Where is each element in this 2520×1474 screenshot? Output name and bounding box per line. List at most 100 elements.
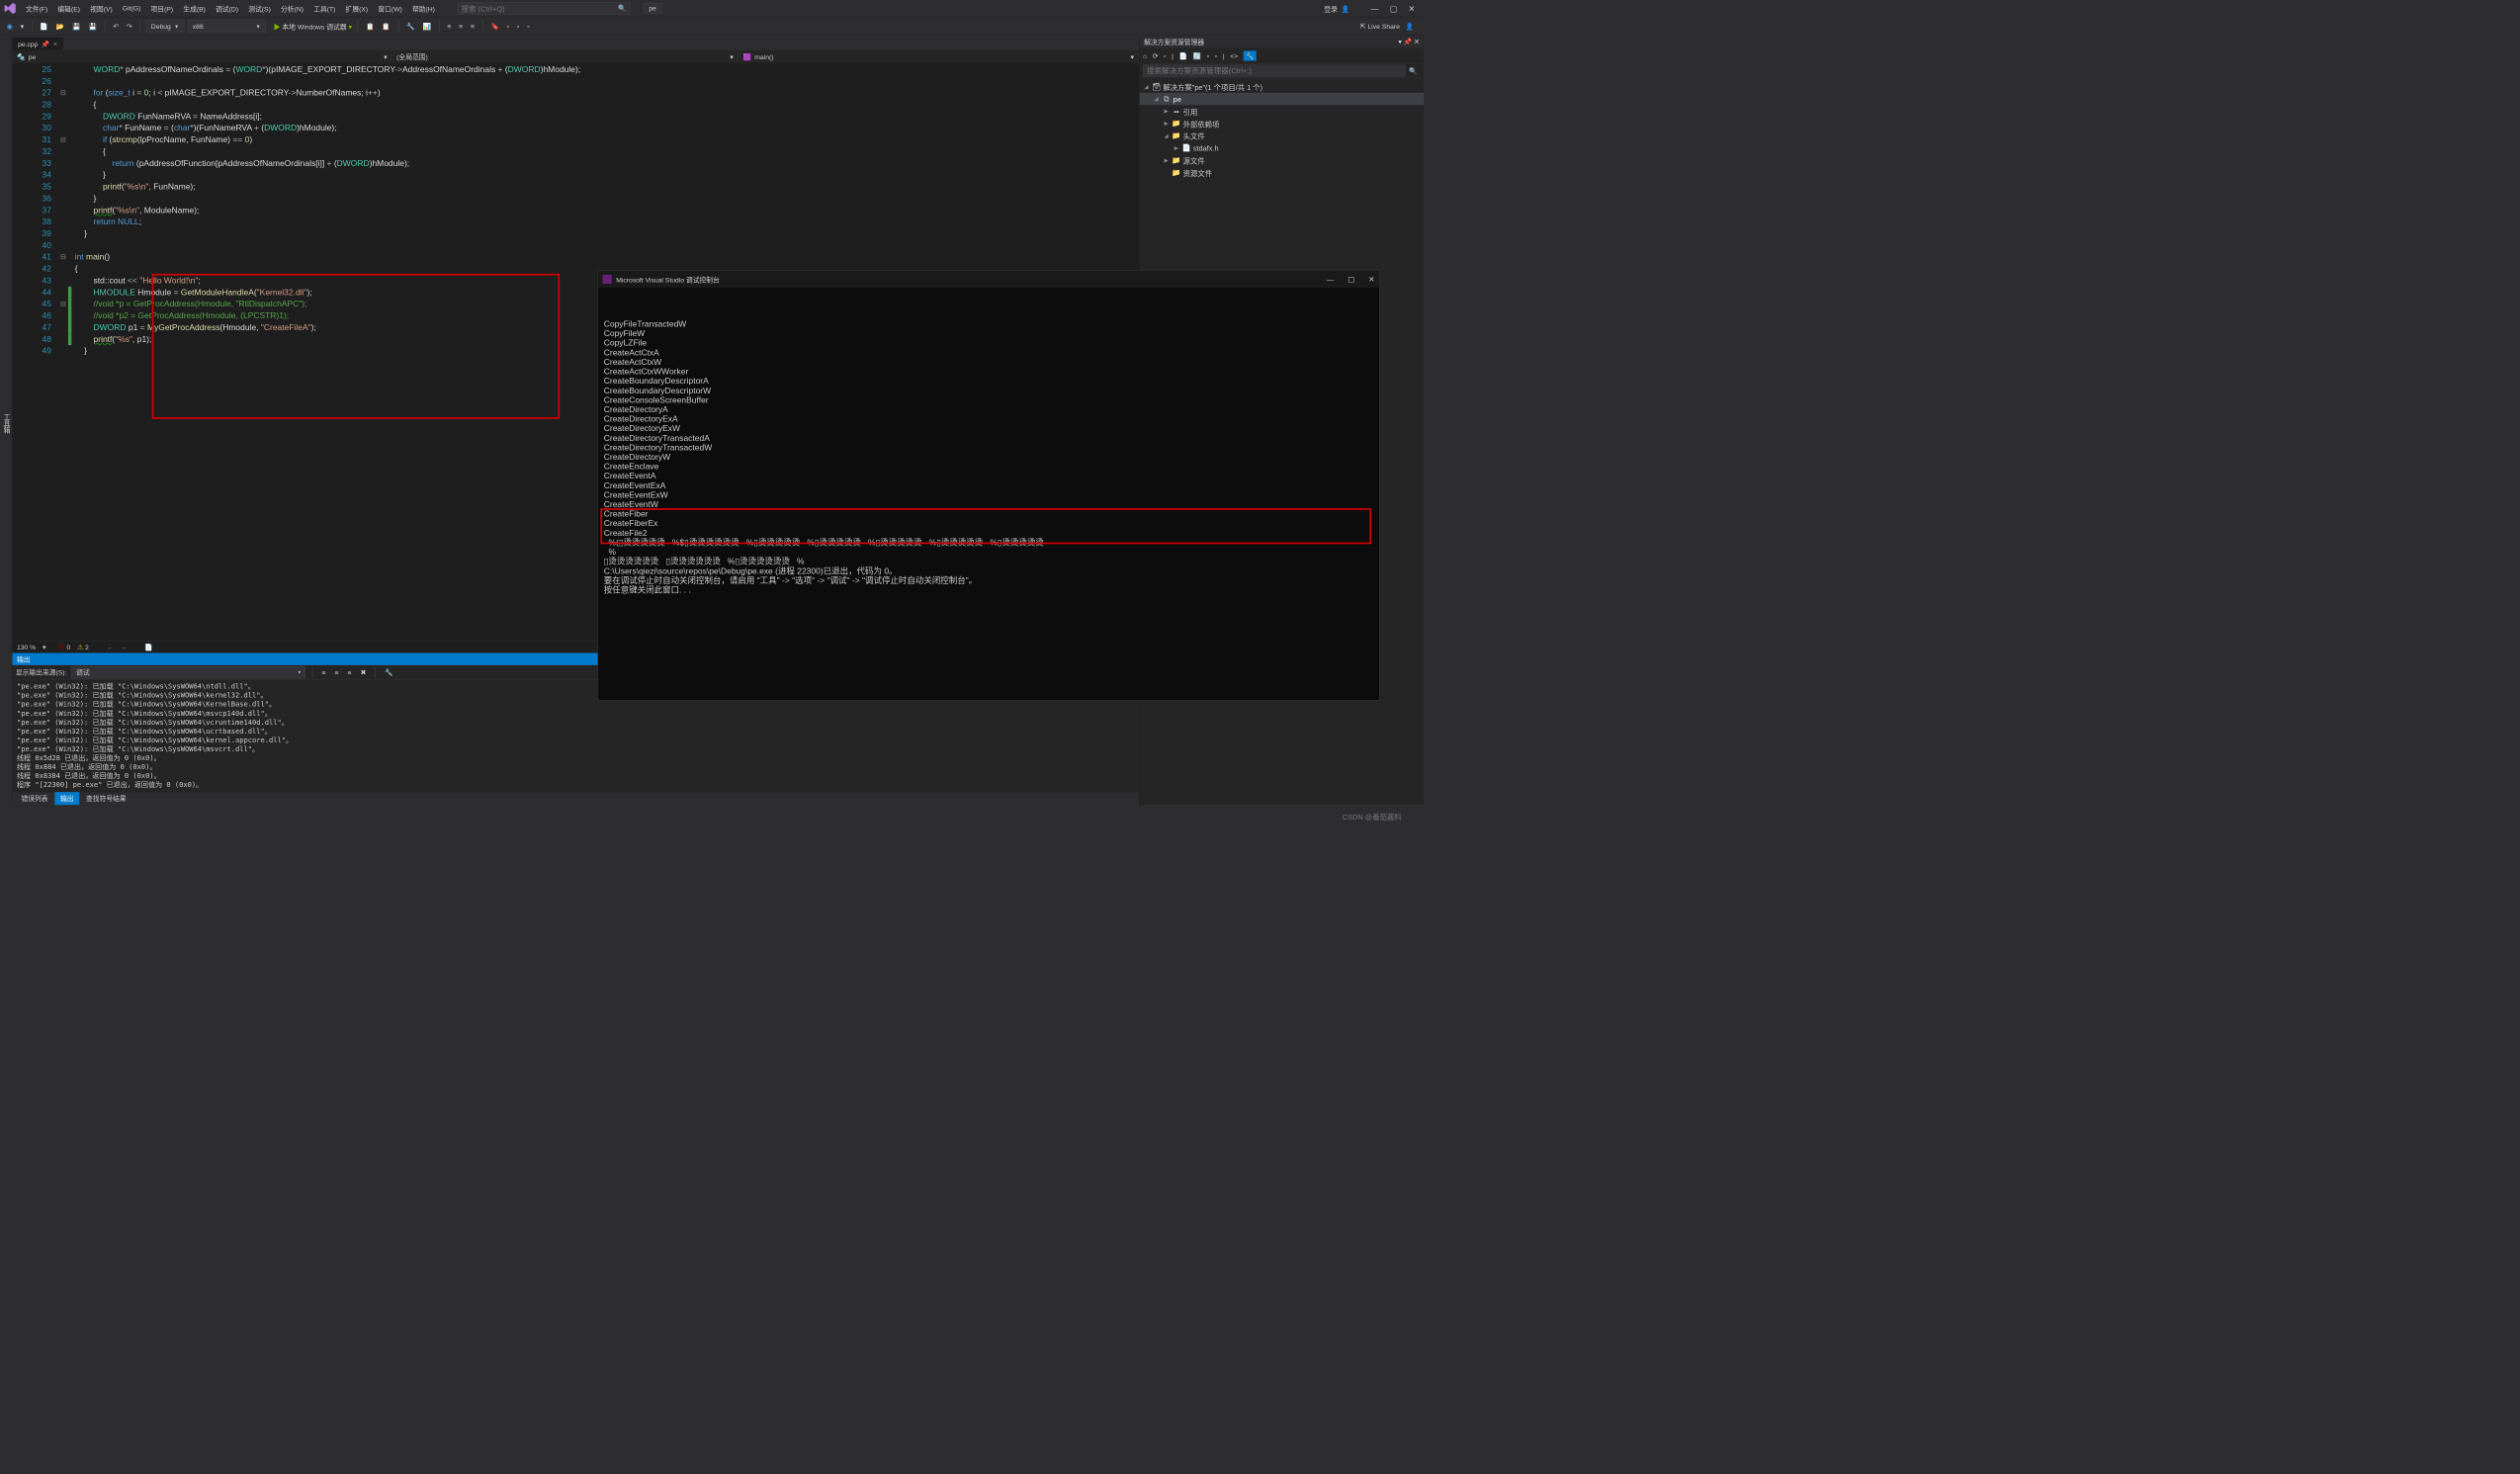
tree-solution-root[interactable]: ◢🗃解决方案"pe"(1 个项目/共 1 个) xyxy=(1140,80,1425,92)
save-all-icon[interactable]: 💾 xyxy=(86,21,99,31)
zoom-level[interactable]: 130 % xyxy=(17,644,36,651)
nav-next-icon[interactable]: → xyxy=(120,644,127,651)
menu-edit[interactable]: 编辑(E) xyxy=(53,1,85,15)
sol-home-icon[interactable]: ⌂ xyxy=(1143,51,1147,59)
feedback-icon[interactable]: 👤 xyxy=(1406,23,1414,31)
start-debug-button[interactable]: ▶ 本地 Windows 调试器 ▾ xyxy=(274,22,352,32)
console-close-icon[interactable]: ✕ xyxy=(1368,275,1374,284)
console-titlebar[interactable]: Microsoft Visual Studio 调试控制台 — ▢ ✕ xyxy=(598,271,1379,288)
login-link[interactable]: 登录 👤 xyxy=(1324,4,1349,14)
menu-build[interactable]: 生成(B) xyxy=(179,1,211,15)
tb-icon-5[interactable]: ≡ xyxy=(445,21,453,31)
open-icon[interactable]: 📂 xyxy=(54,21,67,31)
search-input[interactable] xyxy=(462,4,607,12)
tb-icon-9[interactable]: ▫ xyxy=(505,21,512,31)
save-icon[interactable]: 💾 xyxy=(70,21,83,31)
solution-search: 🔍 xyxy=(1140,63,1425,78)
config-combo[interactable]: Debug▼ xyxy=(146,20,185,32)
console-body[interactable]: CopyFileTransactedW CopyFileW CopyLZFile… xyxy=(598,288,1379,700)
search-box[interactable]: 🔍 xyxy=(458,2,631,14)
console-maximize-icon[interactable]: ▢ xyxy=(1347,275,1354,284)
liveshare-button[interactable]: ⇱ Live Share xyxy=(1360,23,1400,31)
tree-stdafx[interactable]: ▶📄stdafx.h xyxy=(1140,142,1425,154)
sol-refresh-icon[interactable]: 🔄 xyxy=(1193,51,1201,59)
tb-icon-1[interactable]: 📋 xyxy=(364,21,377,31)
sol-tb-icon5[interactable]: ▫ xyxy=(1215,51,1217,59)
sol-tb-icon6[interactable]: <> xyxy=(1230,51,1238,59)
tree-source[interactable]: ▶📁源文件 xyxy=(1140,154,1425,166)
toolbox-rail[interactable]: 工具箱 xyxy=(0,36,12,805)
output-from-label: 显示输出来源(S): xyxy=(16,667,67,677)
output-icon-4[interactable]: 🔧 xyxy=(383,667,395,677)
tb-icon-2[interactable]: 📋 xyxy=(380,21,392,31)
console-minimize-icon[interactable]: — xyxy=(1327,275,1334,284)
status-icon[interactable]: 📄 xyxy=(144,644,152,651)
sol-close-icon[interactable]: ✕ xyxy=(1414,38,1420,45)
nav-back-icon[interactable]: ◉ xyxy=(5,21,15,31)
sol-tb-icon[interactable]: ⟳ xyxy=(1153,51,1159,59)
tb-icon-4[interactable]: 📊 xyxy=(420,21,433,31)
nav-funcscope[interactable]: (全局范围)▾ xyxy=(392,52,739,62)
error-count-icon[interactable]: ⓧ xyxy=(58,644,65,651)
undo-icon[interactable]: ↶ xyxy=(111,21,121,31)
tree-external[interactable]: ▶📁外部依赖项 xyxy=(1140,118,1425,130)
tree-references[interactable]: ▶▪▪引用 xyxy=(1140,105,1425,117)
menu-analyze[interactable]: 分析(N) xyxy=(276,1,307,15)
btab-find[interactable]: 查找符号结果 xyxy=(80,792,131,805)
solution-search-input[interactable] xyxy=(1143,65,1406,77)
menu-bar: 文件(F) 编辑(E) 视图(V) Git(G) 项目(P) 生成(B) 调试(… xyxy=(0,0,1424,17)
solution-tree[interactable]: ◢🗃解决方案"pe"(1 个项目/共 1 个) ◢⧉pe ▶▪▪引用 ▶📁外部依… xyxy=(1140,78,1425,181)
btab-output[interactable]: 输出 xyxy=(54,792,79,805)
redo-icon[interactable]: ↷ xyxy=(125,21,134,31)
console-app-icon xyxy=(603,275,612,284)
output-icon-1[interactable]: ≡ xyxy=(319,667,327,677)
solution-toolbar: ⌂ ⟳ ▫ | 📄 🔄 ▫ ▫ | <> 🔧 xyxy=(1140,48,1425,64)
tb-icon-10[interactable]: ▫ xyxy=(515,21,522,31)
output-icon-2[interactable]: ≡ xyxy=(332,667,340,677)
output-from-combo[interactable]: 调试▾ xyxy=(71,666,305,678)
btab-errors[interactable]: 错误列表 xyxy=(16,792,53,805)
platform-combo[interactable]: x86▼ xyxy=(188,20,266,32)
sol-tb-icon3[interactable]: 📄 xyxy=(1179,51,1187,59)
sol-props-icon[interactable]: 🔧 xyxy=(1244,50,1257,60)
menu-extensions[interactable]: 扩展(X) xyxy=(341,1,373,15)
tree-headers[interactable]: ◢📁头文件 xyxy=(1140,130,1425,141)
nav-scope[interactable]: 🔩 pe▾ xyxy=(12,52,391,60)
sol-tb-icon2[interactable]: ▫ xyxy=(1164,51,1166,59)
menu-view[interactable]: 视图(V) xyxy=(86,1,118,15)
editor-tabstrip: pe.cpp 📌 ✕ xyxy=(12,36,1139,50)
window-close-icon[interactable]: ✕ xyxy=(1409,4,1416,14)
menu-test[interactable]: 测试(S) xyxy=(244,1,276,15)
menu-help[interactable]: 帮助(H) xyxy=(407,1,439,15)
nav-member[interactable]: 🟪 main()▾ xyxy=(739,52,1139,60)
menu-git[interactable]: Git(G) xyxy=(118,2,144,14)
output-clear-icon[interactable]: ✖ xyxy=(358,667,368,677)
output-icon-3[interactable]: ≡ xyxy=(345,667,353,677)
nav-fwd-icon[interactable]: ▾ xyxy=(18,21,26,31)
menu-debug[interactable]: 调试(D) xyxy=(212,1,243,15)
tb-icon-3[interactable]: 🔧 xyxy=(404,21,417,31)
menu-file[interactable]: 文件(F) xyxy=(21,1,51,15)
window-minimize-icon[interactable]: — xyxy=(1371,4,1379,14)
warn-count-icon[interactable]: ⚠ xyxy=(77,644,83,651)
sol-dropdown-icon[interactable]: ▾ xyxy=(1398,38,1401,45)
tab-pin-icon[interactable]: 📌 xyxy=(42,41,49,48)
tree-resource[interactable]: 📁资源文件 xyxy=(1140,166,1425,178)
menu-window[interactable]: 窗口(W) xyxy=(374,1,407,15)
tb-icon-8[interactable]: 🔖 xyxy=(488,21,501,31)
tab-close-icon[interactable]: ✕ xyxy=(53,42,58,47)
tb-icon-11[interactable]: ▫ xyxy=(525,21,532,31)
menu-project[interactable]: 项目(P) xyxy=(146,1,178,15)
tab-label: pe.cpp xyxy=(18,41,38,48)
vs-logo-icon xyxy=(3,2,17,16)
tab-pe-cpp[interactable]: pe.cpp 📌 ✕ xyxy=(12,38,63,50)
menu-tools[interactable]: 工具(T) xyxy=(309,1,340,15)
tree-project[interactable]: ◢⧉pe xyxy=(1140,93,1425,105)
window-restore-icon[interactable]: ▢ xyxy=(1390,4,1397,14)
sol-tb-icon4[interactable]: ▫ xyxy=(1207,51,1209,59)
nav-prev-icon[interactable]: ← xyxy=(107,644,114,651)
tb-icon-7[interactable]: ≡ xyxy=(469,21,477,31)
tb-icon-6[interactable]: ≡ xyxy=(457,21,465,31)
sol-pin-icon[interactable]: 📌 xyxy=(1404,38,1412,45)
new-item-icon[interactable]: 📄 xyxy=(38,21,50,31)
